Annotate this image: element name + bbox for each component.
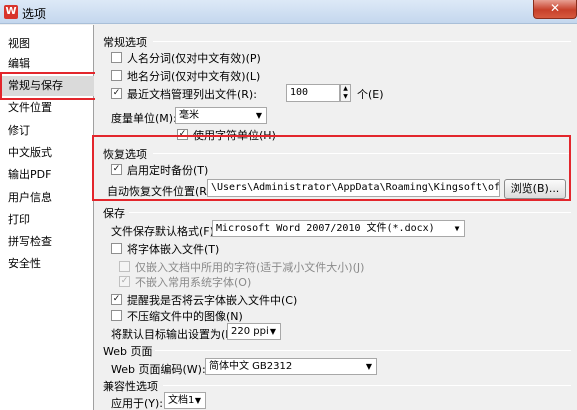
wps-app-icon: W — [4, 5, 18, 19]
cloud-font-remind-checkbox[interactable]: ✓ — [111, 294, 122, 305]
web-encoding-label: Web 页面编码(W): — [111, 363, 206, 376]
chevron-down-icon: ▼ — [454, 224, 460, 233]
chevron-down-icon: ▼ — [194, 396, 202, 405]
chevron-down-icon: ▼ — [269, 327, 277, 336]
sidebar-item-file-location[interactable]: 文件位置 — [0, 98, 94, 118]
sidebar-item-edit[interactable]: 编辑 — [0, 54, 94, 74]
recover-section-highlight-box — [92, 135, 571, 201]
recent-files-count-input[interactable]: 100 — [286, 84, 340, 102]
person-name-checkbox[interactable] — [111, 52, 122, 63]
web-separator — [155, 350, 571, 351]
window-title: 选项 — [22, 7, 47, 21]
unit-select[interactable]: 毫米 ▼ — [175, 107, 267, 124]
cloud-font-remind-label: 提醒我是否将云字体嵌入文件中(C) — [127, 294, 298, 307]
web-section-title: Web 页面 — [103, 345, 153, 358]
close-button[interactable]: ✕ — [533, 0, 577, 19]
embed-font-label: 将字体嵌入文件(T) — [127, 243, 220, 256]
embed-used-only-checkbox[interactable] — [119, 261, 130, 272]
output-target-label: 将默认目标输出设置为(P): — [111, 328, 240, 341]
spin-down-icon[interactable]: ▼ — [341, 93, 350, 101]
save-section-title: 保存 — [103, 207, 125, 220]
unit-label: 度量单位(M): — [111, 112, 177, 125]
sidebar-item-output-pdf[interactable]: 输出PDF — [0, 165, 94, 185]
sidebar-item-print[interactable]: 打印 — [0, 210, 94, 230]
save-separator — [129, 212, 571, 213]
compat-separator — [163, 385, 571, 386]
spin-up-icon[interactable]: ▲ — [341, 85, 350, 93]
compat-apply-label: 应用于(Y): — [111, 397, 164, 410]
sidebar-item-security[interactable]: 安全性 — [0, 254, 94, 274]
no-compress-images-checkbox[interactable] — [111, 310, 122, 321]
save-format-value: Microsoft Word 2007/2010 文件(*.docx) — [216, 223, 435, 234]
output-target-select[interactable]: 220 ppi ▼ — [227, 323, 281, 340]
recent-files-spinner[interactable]: ▲ ▼ — [340, 84, 351, 102]
chevron-down-icon: ▼ — [255, 111, 263, 120]
compat-section-title: 兼容性选项 — [103, 380, 158, 393]
place-name-checkbox[interactable] — [111, 70, 122, 81]
sidebar-item-revision[interactable]: 修订 — [0, 121, 94, 141]
place-name-label: 地名分词(仅对中文有效)(L) — [127, 70, 261, 83]
compat-apply-select[interactable]: 文档1 ▼ — [164, 392, 206, 409]
recent-files-checkbox[interactable]: ✓ — [111, 88, 122, 99]
web-encoding-value: 简体中文 GB2312 — [209, 361, 293, 372]
chevron-down-icon: ▼ — [365, 362, 373, 371]
no-common-fonts-checkbox[interactable]: ✓ — [119, 276, 130, 287]
save-format-label: 文件保存默认格式(F): — [111, 225, 218, 238]
recent-files-label: 最近文档管理列出文件(R): — [127, 88, 257, 101]
embed-used-only-label: 仅嵌入文档中所用的字符(适于减小文件大小)(J) — [135, 261, 365, 274]
sidebar-item-spell-check[interactable]: 拼写检查 — [0, 232, 94, 252]
recent-files-unit: 个(E) — [357, 88, 384, 101]
selected-item-highlight-box — [0, 72, 100, 100]
sidebar-item-user-info[interactable]: 用户信息 — [0, 188, 94, 208]
options-panel: 常规选项 人名分词(仅对中文有效)(P) 地名分词(仅对中文有效)(L) ✓ 最… — [95, 25, 577, 410]
title-bar: W 选项 ✕ — [0, 0, 577, 24]
general-separator — [153, 41, 571, 42]
sidebar-item-chinese-layout[interactable]: 中文版式 — [0, 143, 94, 163]
person-name-label: 人名分词(仅对中文有效)(P) — [127, 52, 261, 65]
no-compress-images-label: 不压缩文件中的图像(N) — [127, 310, 243, 323]
web-encoding-select[interactable]: 简体中文 GB2312 ▼ — [205, 358, 377, 375]
sidebar-item-view[interactable]: 视图 — [0, 34, 94, 54]
output-target-value: 220 ppi — [231, 326, 269, 337]
unit-select-value: 毫米 — [179, 110, 199, 121]
save-format-select[interactable]: Microsoft Word 2007/2010 文件(*.docx) ▼ — [212, 220, 465, 237]
no-common-fonts-label: 不嵌入常用系统字体(O) — [135, 276, 252, 289]
general-section-title: 常规选项 — [103, 36, 147, 49]
embed-font-checkbox[interactable] — [111, 243, 122, 254]
compat-apply-value: 文档1 — [168, 395, 195, 406]
